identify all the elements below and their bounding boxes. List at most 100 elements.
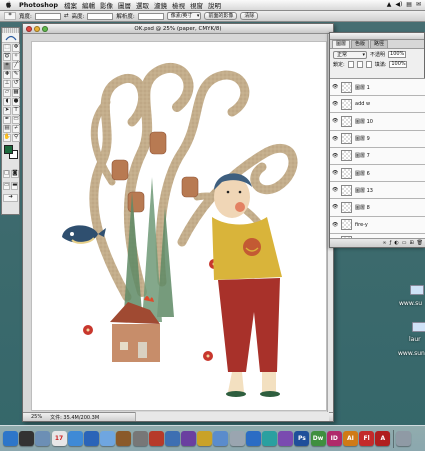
menu-app-name[interactable]: Photoshop <box>19 1 58 9</box>
healing-brush-tool-icon[interactable]: ✚ <box>3 71 11 79</box>
ical-icon[interactable]: 17 <box>51 431 67 446</box>
fill-input[interactable]: 100% <box>389 61 408 68</box>
iphoto-icon[interactable] <box>164 431 180 446</box>
illustrator-icon[interactable]: AI <box>342 431 358 446</box>
indesign-icon[interactable]: ID <box>326 431 342 446</box>
menu-image[interactable]: 影像 <box>100 0 113 10</box>
eye-icon[interactable]: 👁 <box>332 170 338 176</box>
acrobat-icon[interactable]: A <box>375 431 391 446</box>
dodge-tool-icon[interactable]: ● <box>12 98 20 106</box>
swap-icon[interactable]: ⇄ <box>64 13 69 19</box>
eraser-tool-icon[interactable]: ▱ <box>3 89 11 97</box>
layer-row[interactable]: 👁 圖層 7 <box>330 147 425 165</box>
layer-row[interactable]: 👁 圖層 8 <box>330 199 425 217</box>
tab-channels[interactable]: 色版 <box>351 40 370 48</box>
app-purple-icon[interactable] <box>278 431 294 446</box>
desktop-file-label[interactable]: laur <box>409 336 421 343</box>
apple-icon[interactable] <box>4 1 13 9</box>
eyedropper-tool-icon[interactable]: ⌿ <box>12 125 20 133</box>
notes-tool-icon[interactable]: ▤ <box>3 125 11 133</box>
new-group-icon[interactable]: ▭ <box>402 240 407 246</box>
layer-row[interactable]: 👁 圖層 9 <box>330 130 425 148</box>
slice-tool-icon[interactable]: ╱ <box>12 62 20 70</box>
new-layer-icon[interactable]: ⊞ <box>409 240 413 246</box>
lock-image-checkbox[interactable] <box>356 61 363 68</box>
display-icon[interactable]: ▤ <box>406 1 412 8</box>
photoshop-icon[interactable]: Ps <box>294 431 310 446</box>
resolution-unit-select[interactable]: 像素/英寸 <box>166 12 202 20</box>
blur-tool-icon[interactable]: ◖ <box>3 98 11 106</box>
marquee-tool-icon[interactable]: ⬚ <box>3 44 11 52</box>
finder-icon[interactable] <box>3 431 18 446</box>
layer-style-icon[interactable]: ƒ <box>390 240 392 246</box>
address-book-icon[interactable] <box>116 431 132 446</box>
resolution-input[interactable] <box>137 12 164 20</box>
foreground-color-swatch[interactable] <box>4 145 13 154</box>
brush-tool-icon[interactable]: ✎ <box>12 71 20 79</box>
eye-icon[interactable]: 👁 <box>332 187 338 193</box>
mail-icon[interactable] <box>35 431 51 446</box>
screen-mode-standard-icon[interactable]: ▭ <box>3 182 11 190</box>
garageband-icon[interactable] <box>197 431 213 446</box>
ichat-icon[interactable] <box>100 431 116 446</box>
eye-icon[interactable]: 👁 <box>332 153 338 159</box>
layer-row[interactable]: 👁 圖層 13 <box>330 182 425 200</box>
standard-mode-icon[interactable]: ▢ <box>3 170 11 178</box>
clone-stamp-tool-icon[interactable]: ⊥ <box>3 80 11 88</box>
layers-panel-titlebar[interactable] <box>330 33 424 40</box>
layer-row[interactable]: 👁 fire-y <box>330 216 425 234</box>
gradient-tool-icon[interactable]: ▦ <box>12 89 20 97</box>
pen-tool-icon[interactable]: ✒ <box>3 116 11 124</box>
eye-icon[interactable]: 👁 <box>332 101 338 107</box>
trash-icon[interactable] <box>395 431 411 446</box>
lock-transparency-checkbox[interactable] <box>347 61 354 68</box>
zoom-level[interactable]: 25% <box>31 414 42 420</box>
eye-icon[interactable]: 👁 <box>332 84 338 90</box>
mail-status-icon[interactable]: ✉ <box>416 1 421 8</box>
document-canvas[interactable] <box>31 41 327 411</box>
eye-icon[interactable]: 👁 <box>332 222 338 228</box>
shape-tool-icon[interactable]: ▭ <box>12 116 20 124</box>
layer-row[interactable]: 👁 圖層 10 <box>330 113 425 131</box>
link-layers-icon[interactable]: ∞ <box>382 240 386 246</box>
layer-row[interactable]: 👁 圖層 1 <box>330 79 425 97</box>
screen-mode-full-icon[interactable]: ▬ <box>11 182 19 190</box>
menu-window[interactable]: 視窗 <box>190 0 203 10</box>
eye-icon[interactable]: 👁 <box>332 118 338 124</box>
dreamweaver-icon[interactable]: Dw <box>310 431 326 446</box>
height-input[interactable] <box>87 12 114 20</box>
layer-row[interactable]: 👁 add w <box>330 96 425 114</box>
add-mask-icon[interactable]: ◐ <box>394 240 398 246</box>
preview-icon[interactable] <box>213 431 229 446</box>
app-teal-icon[interactable] <box>262 431 277 446</box>
photo-booth-icon[interactable] <box>148 431 164 446</box>
tab-paths[interactable]: 路徑 <box>370 40 389 48</box>
flash-icon[interactable]: Fl <box>359 431 375 446</box>
document-info[interactable]: 文件: 35.4M/200.3M <box>50 414 99 421</box>
history-brush-tool-icon[interactable]: ↺ <box>12 80 20 88</box>
system-preferences-icon[interactable] <box>132 431 148 446</box>
textedit-icon[interactable] <box>229 431 245 446</box>
menu-help[interactable]: 說明 <box>208 0 221 10</box>
opacity-input[interactable]: 100% <box>388 51 407 58</box>
lasso-tool-icon[interactable]: ➰ <box>3 53 11 61</box>
clear-button[interactable]: 清除 <box>240 12 259 20</box>
menu-layer[interactable]: 圖層 <box>118 0 131 10</box>
itunes-icon[interactable] <box>83 431 99 446</box>
app-blue-icon[interactable] <box>245 431 261 446</box>
layer-row[interactable]: 👁 圖層 6 <box>330 164 425 183</box>
desktop-file-icon[interactable] <box>410 285 424 295</box>
bluetooth-icon[interactable]: ▲ <box>387 1 392 8</box>
quick-mask-mode-icon[interactable]: ◙ <box>11 170 19 178</box>
zoom-tool-icon[interactable]: ⚲ <box>12 134 20 142</box>
type-tool-icon[interactable]: T <box>12 107 20 115</box>
imovie-icon[interactable] <box>181 431 197 446</box>
menu-edit[interactable]: 編輯 <box>82 0 95 10</box>
width-input[interactable] <box>34 12 61 20</box>
lock-position-checkbox[interactable] <box>365 61 372 68</box>
tab-layers[interactable]: 圖層 <box>332 40 351 48</box>
hand-tool-icon[interactable]: ✋ <box>3 134 11 142</box>
move-tool-icon[interactable]: ✥ <box>12 44 20 52</box>
volume-icon[interactable]: ◀) <box>395 1 402 8</box>
menu-file[interactable]: 檔案 <box>64 0 77 10</box>
